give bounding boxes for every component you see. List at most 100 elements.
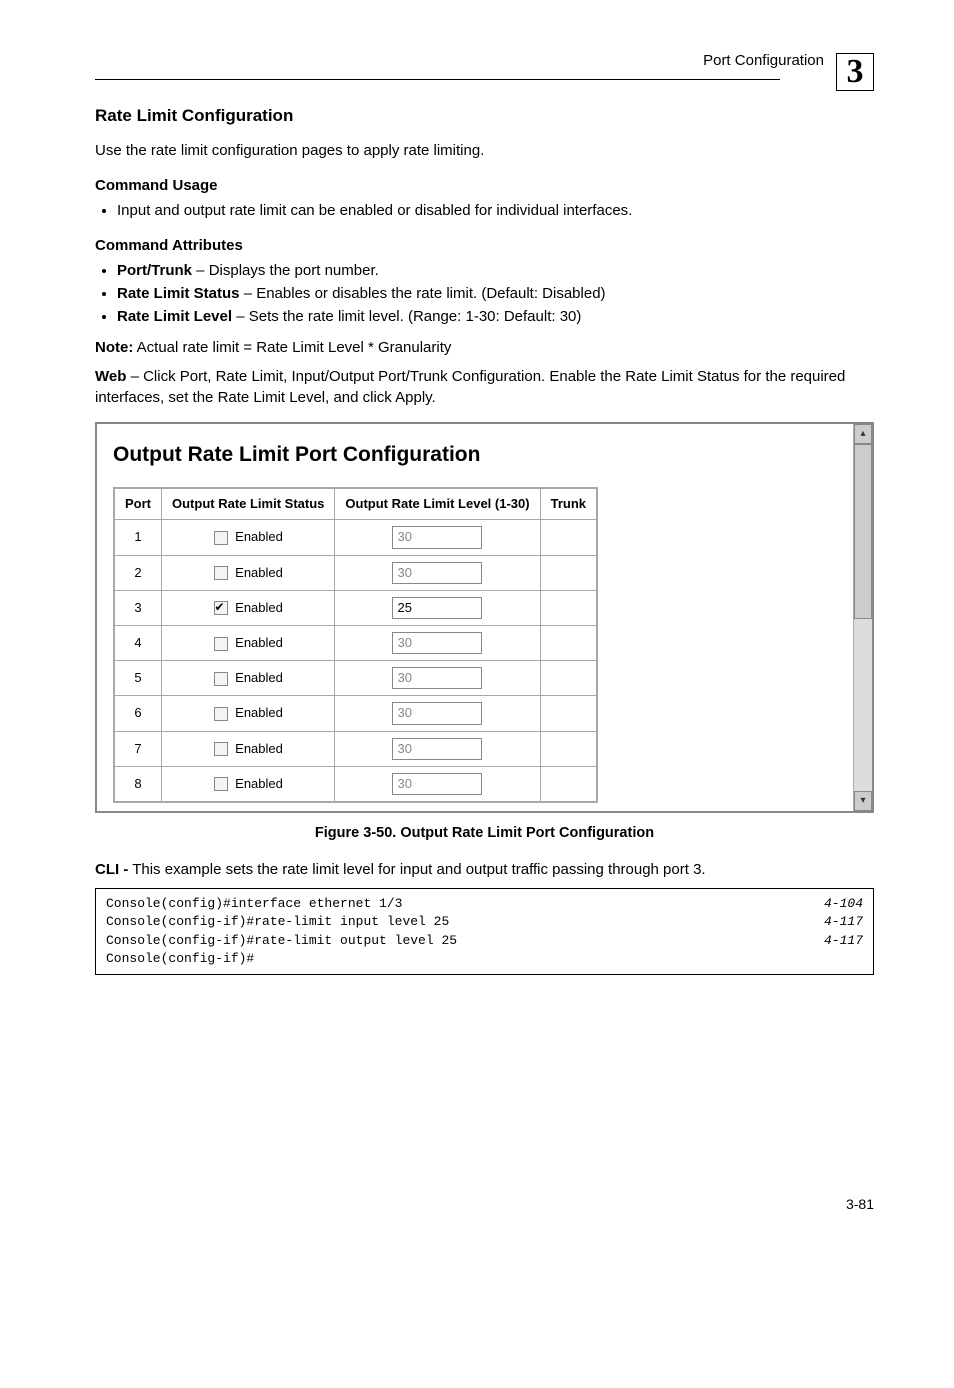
command-attributes-list: Port/Trunk – Displays the port number. R… — [95, 260, 874, 327]
cell-trunk — [540, 555, 597, 590]
enabled-label: Enabled — [232, 776, 283, 791]
chapter-number-box: 3 — [836, 53, 874, 91]
scroll-up-icon[interactable]: ▴ — [854, 424, 872, 444]
level-input[interactable]: 25 — [392, 597, 482, 619]
note-paragraph: Note: Actual rate limit = Rate Limit Lev… — [95, 337, 874, 358]
cell-level: 30 — [335, 661, 540, 696]
cell-status: Enabled — [162, 696, 335, 731]
cli-line: Console(config-if)#rate-limit output lev… — [106, 932, 863, 950]
cell-trunk — [540, 731, 597, 766]
cli-ref — [853, 950, 863, 968]
table-row: 5 Enabled 30 — [114, 661, 597, 696]
breadcrumb: Port Configuration — [95, 50, 824, 71]
scroll-down-icon[interactable]: ▾ — [854, 791, 872, 811]
enabled-checkbox[interactable] — [214, 777, 228, 791]
col-level: Output Rate Limit Level (1-30) — [335, 488, 540, 520]
note-label: Note: — [95, 339, 133, 356]
panel-title: Output Rate Limit Port Configuration — [113, 440, 837, 469]
cell-status: Enabled — [162, 590, 335, 625]
table-row: 2 Enabled 30 — [114, 555, 597, 590]
cli-ref: 4-117 — [814, 932, 863, 950]
section-title: Rate Limit Configuration — [95, 104, 874, 128]
table-row: 4 Enabled 30 — [114, 625, 597, 660]
scroll-thumb[interactable] — [854, 444, 872, 620]
enabled-label: Enabled — [232, 635, 283, 650]
cell-status: Enabled — [162, 731, 335, 766]
command-attributes-heading: Command Attributes — [95, 235, 874, 256]
figure-caption: Figure 3-50. Output Rate Limit Port Conf… — [95, 823, 874, 843]
table-row: 7 Enabled 30 — [114, 731, 597, 766]
col-trunk: Trunk — [540, 488, 597, 520]
enabled-label: Enabled — [232, 529, 283, 544]
enabled-checkbox[interactable] — [214, 672, 228, 686]
enabled-checkbox[interactable] — [214, 531, 228, 545]
cell-level: 30 — [335, 766, 540, 802]
cell-trunk — [540, 766, 597, 802]
web-paragraph: Web – Click Port, Rate Limit, Input/Outp… — [95, 366, 874, 408]
command-usage-list: Input and output rate limit can be enabl… — [95, 200, 874, 221]
enabled-checkbox[interactable] — [214, 707, 228, 721]
cell-level: 30 — [335, 555, 540, 590]
cli-command: Console(config)#interface ethernet 1/3 — [106, 895, 402, 913]
cell-port: 2 — [114, 555, 162, 590]
cell-port: 4 — [114, 625, 162, 660]
cell-trunk — [540, 661, 597, 696]
enabled-checkbox[interactable] — [214, 566, 228, 580]
col-port: Port — [114, 488, 162, 520]
command-usage-heading: Command Usage — [95, 175, 874, 196]
cli-command: Console(config-if)#rate-limit output lev… — [106, 932, 457, 950]
cell-status: Enabled — [162, 766, 335, 802]
table-row: 8 Enabled 30 — [114, 766, 597, 802]
cell-level: 30 — [335, 625, 540, 660]
attr-item: Port/Trunk – Displays the port number. — [117, 260, 874, 281]
attr-item: Rate Limit Level – Sets the rate limit l… — [117, 306, 874, 327]
cell-port: 1 — [114, 520, 162, 555]
cell-port: 6 — [114, 696, 162, 731]
cell-port: 8 — [114, 766, 162, 802]
cli-line: Console(config-if)# — [106, 950, 863, 968]
attr-item: Rate Limit Status – Enables or disables … — [117, 283, 874, 304]
table-row: 3 Enabled 25 — [114, 590, 597, 625]
cell-level: 30 — [335, 731, 540, 766]
page-header: Port Configuration 3 — [95, 50, 874, 94]
cell-port: 7 — [114, 731, 162, 766]
col-status: Output Rate Limit Status — [162, 488, 335, 520]
web-text: – Click Port, Rate Limit, Input/Output P… — [95, 368, 845, 406]
cli-line: Console(config-if)#rate-limit input leve… — [106, 913, 863, 931]
table-row: 6 Enabled 30 — [114, 696, 597, 731]
cell-port: 3 — [114, 590, 162, 625]
level-input[interactable]: 30 — [392, 562, 482, 584]
enabled-checkbox[interactable] — [214, 601, 228, 615]
web-label: Web — [95, 368, 126, 385]
level-input[interactable]: 30 — [392, 702, 482, 724]
table-row: 1 Enabled 30 — [114, 520, 597, 555]
cell-status: Enabled — [162, 520, 335, 555]
cli-label: CLI - — [95, 861, 128, 878]
enabled-label: Enabled — [232, 705, 283, 720]
enabled-label: Enabled — [232, 670, 283, 685]
cell-trunk — [540, 590, 597, 625]
level-input[interactable]: 30 — [392, 667, 482, 689]
cell-port: 5 — [114, 661, 162, 696]
enabled-label: Enabled — [232, 600, 283, 615]
cell-trunk — [540, 625, 597, 660]
cli-lead-text: This example sets the rate limit level f… — [128, 861, 705, 878]
level-input[interactable]: 30 — [392, 526, 482, 548]
page-number: 3-81 — [95, 1195, 874, 1215]
cli-command: Console(config-if)# — [106, 950, 254, 968]
screenshot-panel: Output Rate Limit Port Configuration Por… — [95, 422, 874, 813]
cli-line: Console(config)#interface ethernet 1/34-… — [106, 895, 863, 913]
note-text: Actual rate limit = Rate Limit Level * G… — [133, 339, 451, 356]
rate-limit-table: Port Output Rate Limit Status Output Rat… — [113, 487, 598, 803]
level-input[interactable]: 30 — [392, 773, 482, 795]
cell-level: 30 — [335, 696, 540, 731]
enabled-checkbox[interactable] — [214, 637, 228, 651]
cell-trunk — [540, 520, 597, 555]
command-usage-item: Input and output rate limit can be enabl… — [117, 200, 874, 221]
level-input[interactable]: 30 — [392, 738, 482, 760]
scrollbar[interactable]: ▴ ▾ — [853, 424, 872, 811]
enabled-checkbox[interactable] — [214, 742, 228, 756]
enabled-label: Enabled — [232, 565, 283, 580]
scroll-track[interactable] — [854, 444, 872, 791]
level-input[interactable]: 30 — [392, 632, 482, 654]
